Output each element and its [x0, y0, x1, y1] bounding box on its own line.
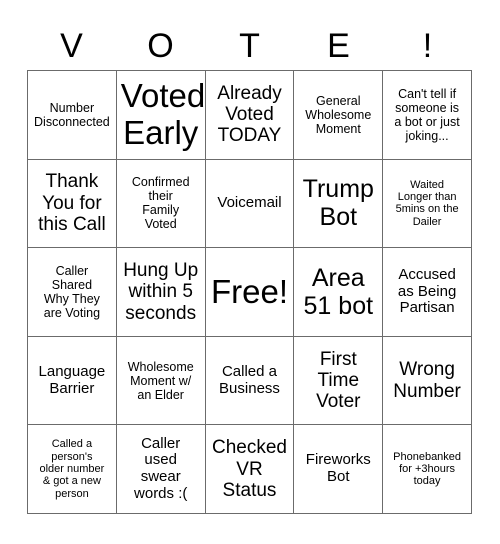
bingo-cell-label: Fireworks Bot — [305, 451, 371, 486]
bingo-cell[interactable]: Phonebanked for +3hours today — [383, 425, 472, 514]
bingo-cell-label: Called a Business — [219, 362, 280, 397]
bingo-card: V O T E! Number Disconnected Voted Early Alre… — [0, 0, 500, 544]
bingo-cell-label: Hung Up within 5 seconds — [123, 260, 199, 324]
bingo-cell[interactable]: Caller used swear words :( — [116, 425, 206, 514]
bingo-cell-label: Caller used swear words :( — [134, 434, 188, 502]
bingo-header-letter: O — [147, 27, 174, 65]
bingo-cell-label: Checked VR Status — [211, 437, 287, 501]
bingo-cell[interactable]: Caller Shared Why They are Voting — [28, 248, 117, 337]
bingo-cell-label: Voicemail — [217, 193, 282, 211]
bingo-cell[interactable]: Checked VR Status — [205, 425, 295, 514]
bingo-free-space[interactable]: Free! — [205, 248, 295, 337]
bingo-cell-label: Accused as Being Partisan — [397, 265, 457, 317]
bingo-cell[interactable]: General Wholesome Moment — [294, 71, 384, 160]
bingo-header-letter: T — [239, 27, 260, 65]
bingo-cell[interactable]: Voicemail — [205, 159, 295, 249]
bingo-cell-label: Phonebanked for +3hours today — [393, 450, 462, 488]
bingo-cell[interactable]: Language Barrier — [28, 336, 117, 426]
bingo-cell[interactable]: First Time Voter — [294, 336, 384, 426]
bingo-cell[interactable]: Waited Longer than 5mins on the Dailer — [383, 159, 472, 249]
bingo-cell[interactable]: Fireworks Bot — [294, 425, 384, 514]
bingo-cell-label: Trump Bot — [302, 175, 374, 232]
bingo-cell-label: Confirmed their Family Voted — [131, 175, 190, 232]
bingo-cell-label: Free! — [210, 272, 288, 310]
bingo-cell[interactable]: Hung Up within 5 seconds — [116, 248, 206, 337]
bingo-cell-label: Can't tell if someone is a bot or just j… — [394, 86, 460, 143]
bingo-cell-label: Wrong Number — [393, 359, 461, 402]
bingo-cell[interactable]: Called a Business — [205, 336, 295, 426]
bingo-cell[interactable]: Number Disconnected — [28, 71, 117, 160]
bingo-cell-label: Called a person's older number & got a n… — [39, 438, 105, 500]
bingo-cell-label: Area 51 bot — [303, 263, 374, 320]
bingo-cell[interactable]: Wrong Number — [383, 336, 472, 426]
bingo-cell[interactable]: Confirmed their Family Voted — [116, 159, 206, 249]
bingo-header-letter: ! — [422, 27, 433, 65]
bingo-cell-label: Wholesome Moment w/ an Elder — [127, 359, 194, 402]
bingo-cell[interactable]: Already Voted TODAY — [205, 71, 295, 160]
bingo-cell-label: Number Disconnected — [34, 100, 110, 129]
bingo-cell-label: Language Barrier — [38, 362, 106, 397]
bingo-cell-label: Already Voted TODAY — [217, 82, 282, 147]
bingo-cell-label: Caller Shared Why They are Voting — [43, 263, 101, 320]
bingo-cell[interactable]: Thank You for this Call — [28, 159, 117, 249]
bingo-cell-label: General Wholesome Moment — [305, 93, 372, 136]
bingo-cell[interactable]: Trump Bot — [294, 159, 384, 249]
bingo-cell-label: Voted Early — [120, 76, 206, 151]
bingo-header: V O T E! — [27, 22, 472, 70]
bingo-header-letter: V — [60, 27, 83, 65]
bingo-cell-label: Waited Longer than 5mins on the Dailer — [395, 178, 459, 228]
bingo-cell[interactable]: Called a person's older number & got a n… — [28, 425, 117, 514]
bingo-header-letter: E — [327, 27, 350, 65]
bingo-cell-label: First Time Voter — [316, 348, 361, 413]
bingo-cell[interactable]: Wholesome Moment w/ an Elder — [116, 336, 206, 426]
bingo-cell-label: Thank You for this Call — [38, 171, 106, 236]
bingo-grid: Number Disconnected Voted Early Already Vo… — [27, 70, 472, 514]
bingo-cell[interactable]: Can't tell if someone is a bot or just j… — [383, 71, 472, 160]
bingo-cell[interactable]: Accused as Being Partisan — [383, 248, 472, 337]
bingo-cell[interactable]: Voted Early — [116, 71, 206, 160]
bingo-cell[interactable]: Area 51 bot — [294, 248, 384, 337]
